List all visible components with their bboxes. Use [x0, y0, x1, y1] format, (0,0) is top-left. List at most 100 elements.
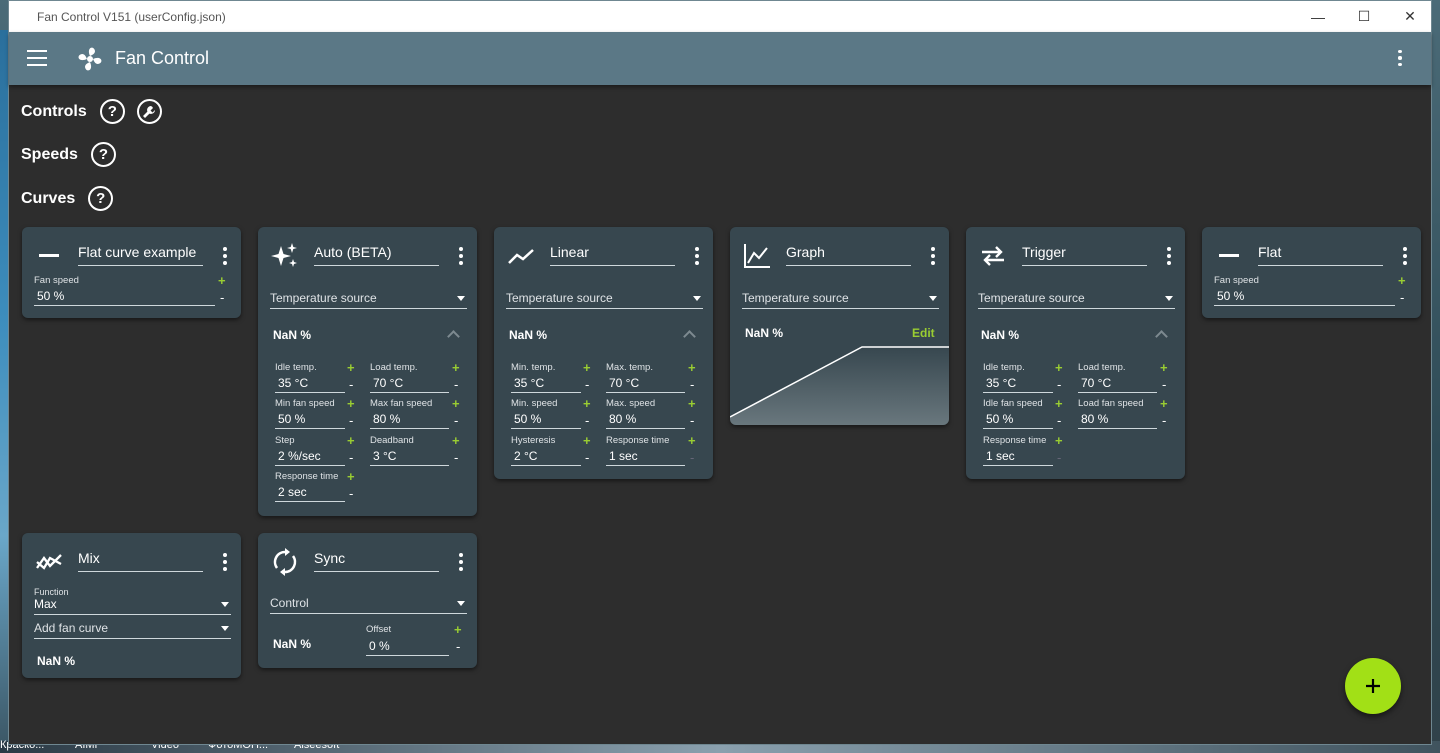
min-fan-speed-input[interactable]: 50 %: [275, 412, 345, 429]
max-fan-speed-input[interactable]: 80 %: [370, 412, 449, 429]
response-time-input[interactable]: 2 sec: [275, 485, 345, 502]
min-temp-input[interactable]: 35 °C: [511, 376, 581, 393]
add-card-button[interactable]: [1345, 658, 1401, 714]
increase-button[interactable]: +: [583, 396, 591, 411]
step-input[interactable]: 2 %/sec: [275, 449, 345, 466]
decrease-button[interactable]: -: [349, 413, 353, 428]
min-speed-input[interactable]: 50 %: [511, 412, 581, 429]
card-title[interactable]: Mix: [78, 550, 203, 572]
temperature-source-select[interactable]: Temperature source: [506, 291, 703, 309]
decrease-button[interactable]: -: [454, 413, 458, 428]
collapse-chevron-icon[interactable]: [447, 330, 460, 343]
temperature-source-select[interactable]: Temperature source: [270, 291, 467, 309]
max-speed-input[interactable]: 80 %: [606, 412, 685, 429]
increase-button[interactable]: +: [218, 273, 226, 288]
collapse-chevron-icon[interactable]: [683, 330, 696, 343]
curves-help-icon[interactable]: ?: [88, 186, 114, 211]
increase-button[interactable]: +: [583, 433, 591, 448]
minimize-button[interactable]: —: [1295, 1, 1341, 32]
increase-button[interactable]: +: [1055, 433, 1063, 448]
card-title[interactable]: Graph: [786, 244, 911, 266]
increase-button[interactable]: +: [454, 622, 462, 637]
temperature-source-select[interactable]: Temperature source: [742, 291, 939, 309]
load-temp-input[interactable]: 70 °C: [370, 376, 449, 393]
hysteresis-input[interactable]: 2 °C: [511, 449, 581, 466]
decrease-button[interactable]: -: [1057, 377, 1061, 392]
idle-temp-input[interactable]: 35 °C: [275, 376, 345, 393]
decrease-button[interactable]: -: [349, 486, 353, 501]
decrease-button[interactable]: -: [585, 413, 589, 428]
decrease-button[interactable]: -: [1162, 413, 1166, 428]
increase-button[interactable]: +: [347, 396, 355, 411]
decrease-button[interactable]: -: [690, 377, 694, 392]
increase-button[interactable]: +: [688, 396, 696, 411]
card-title[interactable]: Auto (BETA): [314, 244, 439, 266]
card-menu-icon[interactable]: [695, 247, 699, 265]
collapse-chevron-icon[interactable]: [1155, 330, 1168, 343]
increase-button[interactable]: +: [347, 433, 355, 448]
max-temp-input[interactable]: 70 °C: [606, 376, 685, 393]
card-menu-icon[interactable]: [1403, 247, 1407, 265]
increase-button[interactable]: +: [1398, 273, 1406, 288]
card-title[interactable]: Trigger: [1022, 244, 1147, 266]
decrease-button[interactable]: -: [1057, 450, 1061, 465]
load-fan-speed-input[interactable]: 80 %: [1078, 412, 1157, 429]
idle-fan-speed-input[interactable]: 50 %: [983, 412, 1053, 429]
increase-button[interactable]: +: [583, 360, 591, 375]
increase-button[interactable]: +: [688, 360, 696, 375]
decrease-button[interactable]: -: [220, 290, 224, 305]
increase-button[interactable]: +: [1160, 396, 1168, 411]
decrease-button[interactable]: -: [349, 450, 353, 465]
wrench-icon[interactable]: [136, 99, 162, 124]
load-temp-input[interactable]: 70 °C: [1078, 376, 1157, 393]
edit-graph-button[interactable]: Edit: [912, 326, 935, 340]
function-select[interactable]: Max: [34, 597, 231, 615]
controls-section[interactable]: Controls ?: [21, 99, 162, 124]
response-time-input[interactable]: 1 sec: [606, 449, 685, 466]
decrease-button[interactable]: -: [1400, 290, 1404, 305]
decrease-button[interactable]: -: [456, 639, 460, 654]
increase-button[interactable]: +: [452, 360, 460, 375]
card-title[interactable]: Linear: [550, 244, 675, 266]
offset-input[interactable]: 0 %: [366, 639, 449, 656]
increase-button[interactable]: +: [452, 396, 460, 411]
close-button[interactable]: ✕: [1387, 1, 1433, 32]
increase-button[interactable]: +: [1160, 360, 1168, 375]
app-more-icon[interactable]: [1395, 50, 1405, 66]
card-menu-icon[interactable]: [1167, 247, 1171, 265]
deadband-input[interactable]: 3 °C: [370, 449, 449, 466]
decrease-button[interactable]: -: [1162, 377, 1166, 392]
increase-button[interactable]: +: [452, 433, 460, 448]
curve-preview[interactable]: [730, 345, 949, 425]
increase-button[interactable]: +: [347, 469, 355, 484]
decrease-button[interactable]: -: [585, 377, 589, 392]
control-select[interactable]: Control: [270, 596, 467, 614]
card-menu-icon[interactable]: [459, 553, 463, 571]
curves-section[interactable]: Curves ?: [21, 186, 114, 211]
menu-icon[interactable]: [27, 50, 47, 66]
decrease-button[interactable]: -: [349, 377, 353, 392]
decrease-button[interactable]: -: [1057, 413, 1061, 428]
speeds-section[interactable]: Speeds ?: [21, 142, 116, 167]
decrease-button[interactable]: -: [690, 450, 694, 465]
card-menu-icon[interactable]: [931, 247, 935, 265]
card-title[interactable]: Sync: [314, 550, 439, 572]
card-menu-icon[interactable]: [223, 247, 227, 265]
fan-speed-input[interactable]: 50 %: [34, 289, 215, 306]
response-time-input[interactable]: 1 sec: [983, 449, 1053, 466]
maximize-button[interactable]: ☐: [1341, 1, 1387, 32]
controls-help-icon[interactable]: ?: [99, 99, 125, 124]
window-titlebar[interactable]: Fan Control V151 (userConfig.json) — ☐ ✕: [9, 1, 1431, 32]
decrease-button[interactable]: -: [454, 377, 458, 392]
increase-button[interactable]: +: [347, 360, 355, 375]
card-title[interactable]: Flat: [1258, 244, 1383, 266]
decrease-button[interactable]: -: [585, 450, 589, 465]
increase-button[interactable]: +: [688, 433, 696, 448]
card-menu-icon[interactable]: [223, 553, 227, 571]
decrease-button[interactable]: -: [454, 450, 458, 465]
decrease-button[interactable]: -: [690, 413, 694, 428]
temperature-source-select[interactable]: Temperature source: [978, 291, 1175, 309]
fan-speed-input[interactable]: 50 %: [1214, 289, 1395, 306]
increase-button[interactable]: +: [1055, 396, 1063, 411]
card-title[interactable]: Flat curve example: [78, 244, 203, 266]
